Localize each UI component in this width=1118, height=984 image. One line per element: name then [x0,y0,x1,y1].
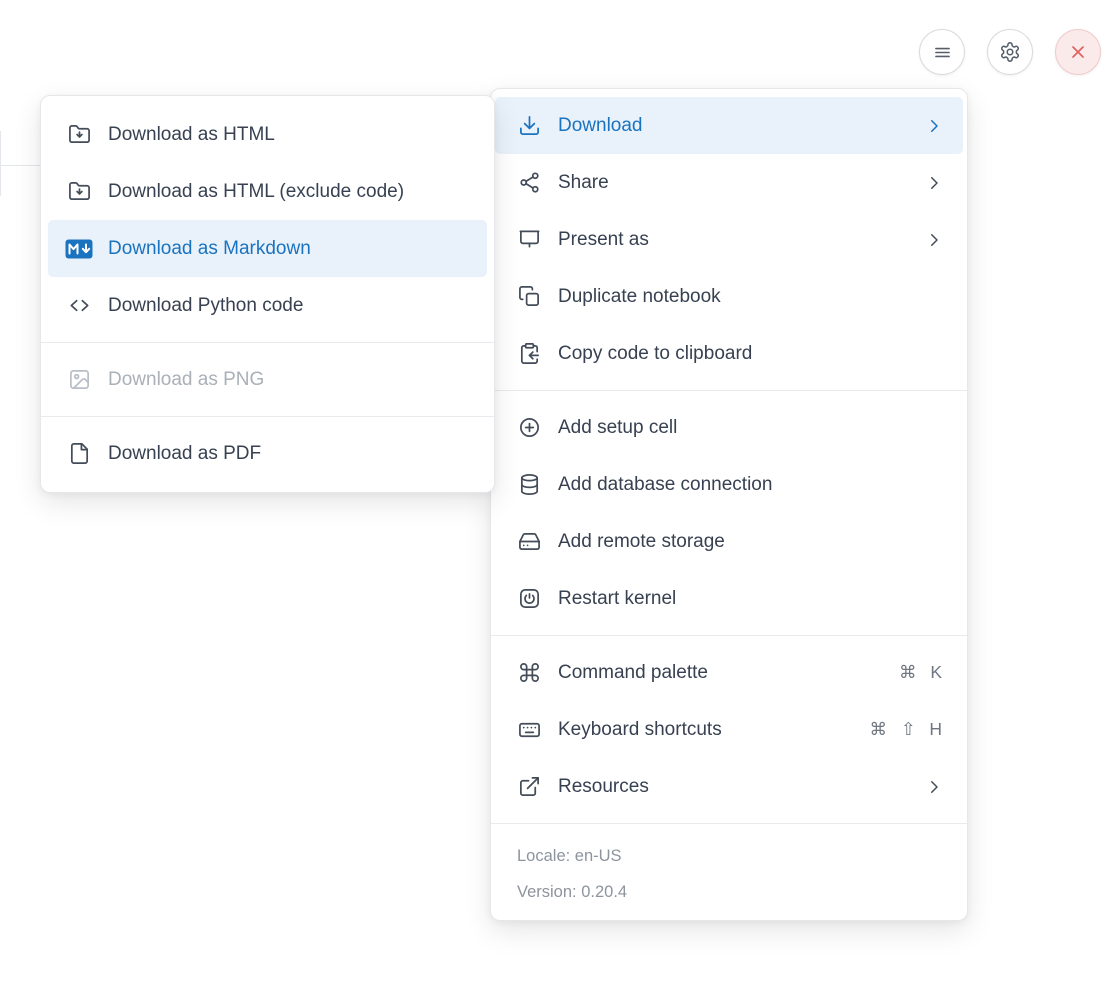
menu-item-download-python-code[interactable]: Download Python code [41,277,494,334]
database-icon [517,473,541,497]
menu-item-keyboard-shortcuts[interactable]: Keyboard shortcuts ⌘ ⇧ H [491,701,967,758]
menu-item-add-setup-cell[interactable]: Add setup cell [491,399,967,456]
menu-item-download-as-markdown[interactable]: Download as Markdown [48,220,487,277]
presentation-icon [517,228,541,252]
menu-item-label: Download as HTML (exclude code) [108,181,470,203]
clipboard-copy-icon [517,342,541,366]
menu-item-copy-code[interactable]: Copy code to clipboard [491,325,967,382]
page-edge-line-horizontal [0,165,41,166]
menu-item-label: Share [558,172,908,194]
menu-item-label: Resources [558,776,908,798]
download-submenu: Download as HTML Download as HTML (exclu… [40,95,495,493]
chevron-right-icon [925,231,943,249]
menu-item-label: Restart kernel [558,588,943,610]
chevron-right-icon [925,778,943,796]
plus-circle-icon [517,416,541,440]
folder-download-icon [67,123,91,147]
duplicate-icon [517,285,541,309]
chevron-right-icon [925,174,943,192]
menu-item-label: Download as PNG [108,369,470,391]
menu-divider [41,342,494,343]
menu-item-download-as-pdf[interactable]: Download as PDF [41,425,494,482]
menu-item-label: Download [558,115,908,137]
menu-item-resources[interactable]: Resources [491,758,967,815]
hard-drive-icon [517,530,541,554]
version-text: Version: 0.20.4 [517,882,941,903]
menu-item-label: Command palette [558,662,882,684]
menu-item-label: Download as HTML [108,124,470,146]
power-icon [517,587,541,611]
menu-item-download-as-html-exclude-code[interactable]: Download as HTML (exclude code) [41,163,494,220]
close-button[interactable] [1055,29,1101,75]
command-icon [517,661,541,685]
x-icon [1068,42,1088,62]
image-icon [67,368,91,392]
code-icon [67,294,91,318]
menu-item-present-as[interactable]: Present as [491,211,967,268]
menu-item-label: Add database connection [558,474,943,496]
menu-item-label: Keyboard shortcuts [558,719,852,741]
menu-item-label: Download Python code [108,295,470,317]
menu-item-command-palette[interactable]: Command palette ⌘ K [491,644,967,701]
settings-button[interactable] [987,29,1033,75]
menu-item-label: Add setup cell [558,417,943,439]
shortcut-hint: ⌘ K [899,662,943,683]
menu-item-restart-kernel[interactable]: Restart kernel [491,570,967,627]
external-link-icon [517,775,541,799]
menu-item-label: Download as PDF [108,443,470,465]
markdown-icon [65,237,93,261]
menu-item-label: Add remote storage [558,531,943,553]
menu-item-label: Copy code to clipboard [558,343,943,365]
menu-item-duplicate-notebook[interactable]: Duplicate notebook [491,268,967,325]
keyboard-icon [517,718,541,742]
menu-item-download-as-png: Download as PNG [41,351,494,408]
folder-download-icon [67,180,91,204]
menu-item-download-as-html[interactable]: Download as HTML [41,106,494,163]
menu-item-download[interactable]: Download [495,97,963,154]
page-edge-line-vertical [0,131,1,196]
menu-divider [491,823,967,824]
file-icon [67,442,91,466]
menu-item-share[interactable]: Share [491,154,967,211]
menu-item-add-remote-storage[interactable]: Add remote storage [491,513,967,570]
notebook-actions-menu: Download Share Present as [490,88,968,921]
menu-divider [41,416,494,417]
share-icon [517,171,541,195]
menu-footer: Locale: en-US Version: 0.20.4 [491,832,967,912]
locale-text: Locale: en-US [517,846,941,867]
download-icon [517,114,541,138]
menu-divider [491,635,967,636]
shortcut-hint: ⌘ ⇧ H [869,719,943,740]
menu-item-label: Duplicate notebook [558,286,943,308]
menu-item-label: Present as [558,229,908,251]
hamburger-icon [932,42,953,63]
gear-icon [999,41,1021,63]
menu-item-label: Download as Markdown [108,238,470,260]
chevron-right-icon [925,117,943,135]
menu-divider [491,390,967,391]
notebook-menu-button[interactable] [919,29,965,75]
menu-item-add-database-connection[interactable]: Add database connection [491,456,967,513]
